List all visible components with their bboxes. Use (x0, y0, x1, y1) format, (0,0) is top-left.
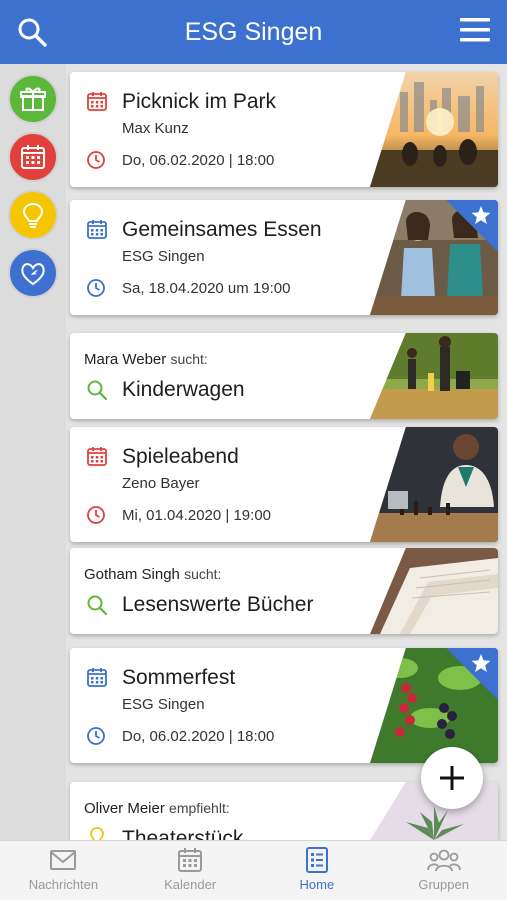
search-image (370, 333, 498, 419)
category-gift-button[interactable] (8, 74, 58, 124)
event-organizer: ESG Singen (122, 248, 205, 265)
event-card[interactable]: Sommerfest ESG Singen Do, 06.02.2020 | 1… (70, 648, 498, 763)
dove-heart-icon (21, 263, 45, 286)
category-calendar-button[interactable] (8, 132, 58, 182)
event-date: Mi, 01.04.2020 | 19:00 (122, 507, 272, 524)
author-name: Mara Weber (84, 351, 167, 368)
event-image (370, 427, 498, 542)
search-item: Lesenswerte Bücher (122, 593, 314, 616)
home-list-icon (305, 847, 328, 873)
event-title: Picknick im Park (122, 90, 277, 113)
favorite-star-icon[interactable] (446, 200, 498, 252)
nav-label: Gruppen (418, 877, 469, 892)
category-idea-button[interactable] (8, 190, 58, 240)
event-title: Sommerfest (122, 666, 236, 689)
event-date: Do, 06.02.2020 | 18:00 (122, 152, 275, 169)
nav-gruppen[interactable]: Gruppen (380, 841, 507, 900)
author-name: Gotham Singh (84, 566, 180, 583)
page-title: ESG Singen (184, 18, 323, 46)
search-image (370, 548, 498, 634)
search-card[interactable]: Mara Weber sucht: Kinderwagen (70, 333, 498, 419)
event-card[interactable]: Spieleabend Zeno Bayer Mi, 01.04.2020 | … (70, 427, 498, 542)
event-organizer: Zeno Bayer (122, 475, 200, 492)
search-item: Kinderwagen (122, 378, 245, 401)
category-rail (0, 64, 66, 840)
event-date: Sa, 18.04.2020 um 19:00 (122, 280, 291, 297)
group-icon (426, 849, 461, 872)
search-card[interactable]: Gotham Singh sucht: Lesenswerte Bücher (70, 548, 498, 634)
search-author: Mara Weber sucht: (84, 351, 208, 368)
bottom-navigation: Nachrichten Kalender Home Gruppen (0, 840, 507, 900)
author-name: Oliver Meier (84, 800, 165, 817)
event-title: Spieleabend (122, 445, 239, 468)
calendar-icon (87, 668, 107, 687)
calendar-icon (21, 145, 45, 169)
nav-label: Home (299, 877, 335, 892)
author-action: sucht: (184, 566, 222, 582)
event-title: Gemeinsames Essen (122, 218, 322, 241)
event-card[interactable]: Gemeinsames Essen ESG Singen Sa, 18.04.2… (70, 200, 498, 315)
lightbulb-icon (22, 202, 44, 228)
clock-icon (87, 506, 105, 524)
search-icon (87, 380, 108, 401)
clock-icon (87, 727, 105, 745)
app-header: ESG Singen (0, 0, 507, 64)
recommendation-item: Theaterstück (122, 827, 244, 840)
category-dove-heart-button[interactable] (8, 248, 58, 298)
search-icon (87, 595, 108, 616)
calendar-icon (87, 92, 107, 111)
nav-nachrichten[interactable]: Nachrichten (0, 841, 127, 900)
event-image (370, 72, 498, 187)
calendar-icon (87, 447, 107, 466)
search-icon[interactable] (16, 16, 48, 48)
calendar-icon (178, 848, 203, 872)
clock-icon (87, 151, 105, 169)
event-card[interactable]: Picknick im Park Max Kunz Do, 06.02.2020… (70, 72, 498, 187)
envelope-icon (50, 850, 77, 870)
lightbulb-icon (90, 827, 104, 840)
event-date: Do, 06.02.2020 | 18:00 (122, 728, 275, 745)
nav-label: Nachrichten (28, 877, 99, 892)
plus-icon (440, 766, 464, 790)
calendar-icon (87, 220, 107, 239)
search-author: Gotham Singh sucht: (84, 566, 221, 583)
clock-icon (87, 279, 105, 297)
nav-label: Kalender (164, 877, 217, 892)
recommendation-author: Oliver Meier empfiehlt: (84, 800, 230, 817)
nav-home[interactable]: Home (254, 841, 381, 900)
hamburger-menu-icon[interactable] (459, 16, 491, 44)
event-organizer: Max Kunz (122, 120, 189, 137)
author-action: sucht: (170, 351, 208, 367)
nav-kalender[interactable]: Kalender (127, 841, 254, 900)
add-button[interactable] (421, 747, 483, 809)
gift-icon (20, 87, 46, 111)
favorite-star-icon[interactable] (446, 648, 498, 700)
author-action: empfiehlt: (169, 800, 230, 816)
event-organizer: ESG Singen (122, 696, 205, 713)
